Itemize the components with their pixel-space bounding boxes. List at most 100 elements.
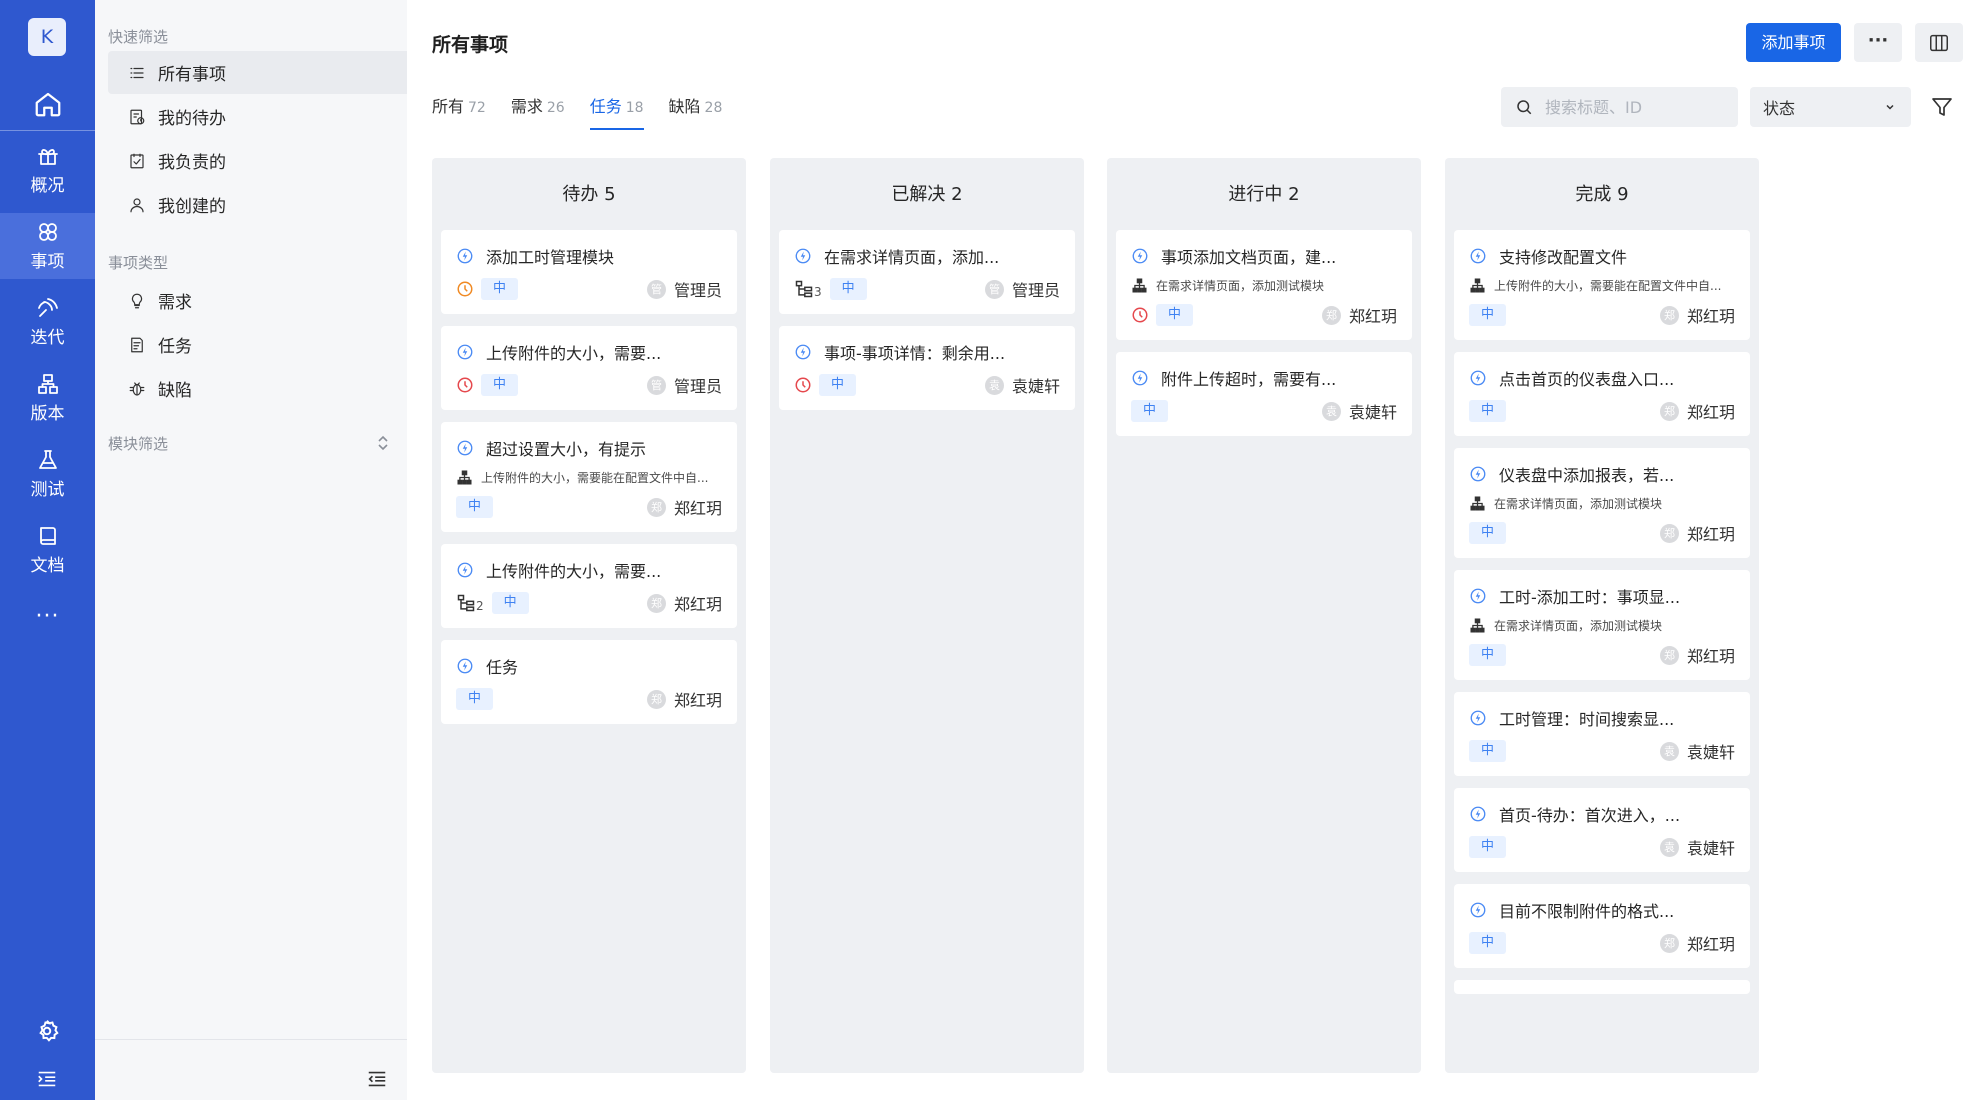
search-box[interactable] [1501, 87, 1738, 127]
assignee-name: 袁婕轩 [1686, 743, 1735, 762]
issue-card[interactable]: 上传附件的大小，需要... 中 管管理员 [441, 326, 737, 410]
more-icon[interactable]: ··· [0, 602, 95, 632]
assignee[interactable]: 郑郑红玥 [1659, 521, 1735, 545]
issue-card[interactable]: 工时管理：时间搜索显... 中 袁袁婕轩 [1454, 692, 1750, 776]
sidebar-item-type-filters-2[interactable]: 缺陷 [108, 367, 407, 410]
chevron-updown-icon[interactable] [375, 433, 391, 453]
priority-badge: 中 [456, 688, 494, 710]
nav-item-5[interactable]: 文档 [0, 517, 95, 583]
expand-nav-icon[interactable] [36, 1068, 58, 1090]
lightbulb-icon [131, 293, 143, 308]
sidebar-item-quick-filters-1[interactable]: 我的待办 [108, 95, 407, 138]
task-type-icon [1470, 370, 1486, 386]
card-title: 工时管理：时间搜索显... [1499, 710, 1675, 729]
task-type-icon [1132, 248, 1148, 264]
task-type-icon [1470, 902, 1486, 918]
add-issue-button[interactable]: 添加事项 [1746, 23, 1841, 62]
search-icon [1517, 100, 1532, 115]
issue-card[interactable]: 仪表盘中添加报表，若... 在需求详情页面，添加测试模块中 郑郑红玥 [1454, 448, 1750, 558]
issue-card[interactable]: 目前不限制附件的格式... 中 郑郑红玥 [1454, 884, 1750, 968]
avatar: 郑 [1659, 933, 1679, 953]
priority-badge: 中 [1469, 400, 1507, 422]
tab-count: 28 [704, 100, 723, 116]
nav-item-4[interactable]: 测试 [0, 441, 95, 507]
assignee[interactable]: 袁袁婕轩 [1659, 739, 1735, 763]
assignee[interactable]: 郑郑红玥 [646, 591, 722, 615]
nav-item-label: 文档 [30, 556, 65, 576]
tab-3[interactable]: 缺陷 28 [669, 95, 723, 133]
assignee-name: 郑红玥 [1686, 307, 1735, 326]
task-type-icon [1470, 710, 1486, 726]
filter-icon[interactable] [1930, 95, 1954, 119]
workspace-avatar[interactable]: K [28, 18, 66, 56]
issue-card[interactable]: 超过设置大小，有提示 上传附件的大小，需要能在配置文件中自... 中 郑郑红玥 [441, 422, 737, 532]
issue-card[interactable]: 支持修改配置文件 上传附件的大小，需要能在配置文件中自... 中 郑郑红玥 [1454, 230, 1750, 340]
assignee-name: 袁婕轩 [1348, 403, 1397, 422]
card-title: 超过设置大小，有提示 [486, 440, 647, 459]
assignee[interactable]: 郑郑红玥 [1321, 303, 1397, 327]
issue-card[interactable]: 任务中 郑郑红玥 [441, 640, 737, 724]
task-type-icon [795, 344, 811, 360]
card-title: 支持修改配置文件 [1499, 248, 1628, 267]
collapse-sidebar-icon[interactable] [366, 1068, 388, 1090]
sidebar-item-type-filters-1[interactable]: 任务 [108, 323, 407, 366]
subtask-count-value: 2 [476, 599, 484, 613]
layout-toggle-button[interactable] [1915, 23, 1963, 62]
issue-card[interactable]: 上传附件的大小，需要... 2 中 郑郑红玥 [441, 544, 737, 628]
home-icon[interactable] [0, 78, 95, 130]
issue-card-partial[interactable] [1454, 980, 1750, 994]
filter-sidebar: 快速筛选 所有事项 我的待办 我负责的 我创建的 事项类型 需求 任务 缺陷 模块筛选 [95, 0, 407, 1100]
card-title: 任务 [486, 658, 519, 677]
issue-card[interactable]: 在需求详情页面，添加... 3 中 管管理员 [779, 230, 1075, 314]
assignee[interactable]: 管管理员 [646, 277, 722, 301]
search-input[interactable] [1545, 97, 1715, 117]
task-type-icon [457, 562, 473, 578]
assignee[interactable]: 管管理员 [646, 373, 722, 397]
nav-item-3[interactable]: 版本 [0, 365, 95, 431]
status-select[interactable]: 状态 [1750, 87, 1911, 127]
nav-item-0[interactable]: 概况 [0, 137, 95, 203]
task-type-icon [1470, 806, 1486, 822]
avatar: 郑 [1659, 645, 1679, 665]
more-button[interactable]: ··· [1854, 23, 1902, 62]
card-title: 工时-添加工时：事项显... [1499, 588, 1681, 607]
issue-card[interactable]: 事项-事项详情：剩余用... 中 袁袁婕轩 [779, 326, 1075, 410]
assignee[interactable]: 袁袁婕轩 [1659, 835, 1735, 859]
issue-card[interactable]: 添加工时管理模块中 管管理员 [441, 230, 737, 314]
kanban-column: 完成 9 支持修改配置文件 上传附件的大小，需要能在配置文件中自... 中郑郑红玥 点击… [1445, 158, 1759, 1073]
sidebar-item-type-filters-0[interactable]: 需求 [108, 279, 407, 322]
card-title: 上传附件的大小，需要... [486, 562, 662, 581]
assignee[interactable]: 郑郑红玥 [646, 687, 722, 711]
tab-1[interactable]: 需求 26 [511, 95, 565, 133]
issue-card[interactable]: 工时-添加工时：事项显... 在需求详情页面，添加测试模块中 郑郑红玥 [1454, 570, 1750, 680]
sidebar-item-label: 我负责的 [158, 153, 226, 173]
assignee[interactable]: 管管理员 [984, 277, 1060, 301]
sidebar-item-quick-filters-2[interactable]: 我负责的 [108, 139, 407, 182]
card-title: 目前不限制附件的格式... [1499, 902, 1675, 921]
tab-0[interactable]: 所有 72 [432, 95, 486, 133]
clock-red-icon [457, 377, 473, 393]
gear-icon[interactable] [34, 1018, 60, 1044]
issue-card[interactable]: 首页-待办：首次进入，... 中 袁袁婕轩 [1454, 788, 1750, 872]
responsible-icon [130, 153, 144, 168]
assignee[interactable]: 郑郑红玥 [1659, 643, 1735, 667]
issue-card[interactable]: 事项添加文档页面，建... 在需求详情页面，添加测试模块中 郑郑红玥 [1116, 230, 1412, 340]
issue-card[interactable]: 点击首页的仪表盘入口... 中 郑郑红玥 [1454, 352, 1750, 436]
nav-item-label: 测试 [30, 480, 65, 500]
task-type-icon [1470, 588, 1486, 604]
tab-2[interactable]: 任务 18 [589, 95, 644, 133]
sidebar-item-quick-filters-0[interactable]: 所有事项 [108, 51, 407, 94]
assignee[interactable]: 郑郑红玥 [1659, 931, 1735, 955]
assignee[interactable]: 郑郑红玥 [646, 495, 722, 519]
subtask-icon [457, 594, 475, 612]
assignee[interactable]: 郑郑红玥 [1659, 303, 1735, 327]
assignee[interactable]: 袁袁婕轩 [1321, 399, 1397, 423]
module-icon [1470, 277, 1485, 293]
nav-item-label: 事项 [30, 252, 65, 272]
sidebar-item-quick-filters-3[interactable]: 我创建的 [108, 183, 407, 226]
assignee[interactable]: 袁袁婕轩 [984, 373, 1060, 397]
issue-card[interactable]: 附件上传超时，需要有... 中 袁袁婕轩 [1116, 352, 1412, 436]
nav-item-1[interactable]: 事项 [0, 213, 95, 279]
nav-item-2[interactable]: 迭代 [0, 289, 95, 355]
assignee[interactable]: 郑郑红玥 [1659, 399, 1735, 423]
